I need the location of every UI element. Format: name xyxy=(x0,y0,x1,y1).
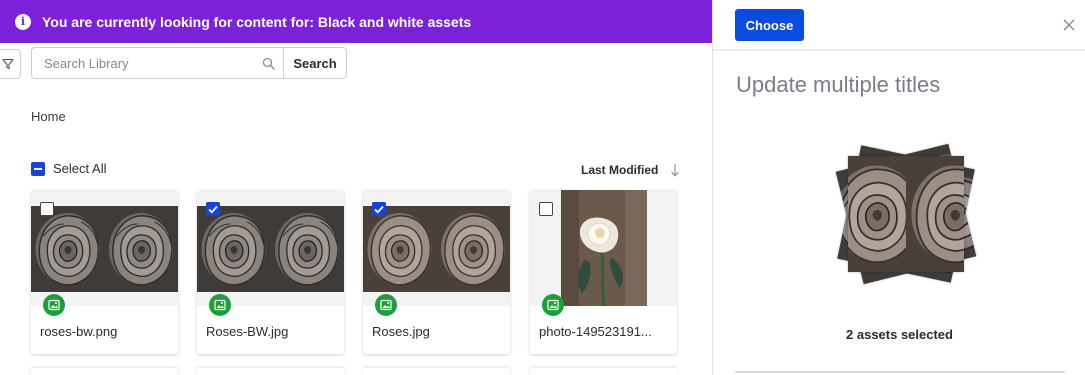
choose-button[interactable]: Choose xyxy=(735,9,804,41)
selected-assets-stack xyxy=(831,140,981,285)
panel-title: Update multiple titles xyxy=(736,72,941,97)
image-icon xyxy=(43,294,65,316)
asset-card[interactable]: photo-149523191... xyxy=(530,190,677,354)
panel-divider xyxy=(713,49,1085,51)
selected-count: 2 assets selected xyxy=(846,327,953,342)
search-icon[interactable] xyxy=(253,57,283,70)
asset-library: i You are currently looking for content … xyxy=(0,0,712,375)
breadcrumb-home[interactable]: Home xyxy=(31,109,66,124)
asset-card[interactable]: Roses-BW.jpg xyxy=(197,190,344,354)
breadcrumb[interactable]: Home xyxy=(31,109,66,124)
check-icon xyxy=(374,205,384,213)
asset-card[interactable]: Roses.jpg xyxy=(363,190,510,354)
sort-control[interactable]: Last Modified xyxy=(581,163,680,177)
arrow-down-icon[interactable] xyxy=(670,163,680,177)
asset-card-partial[interactable] xyxy=(197,368,344,375)
asset-checkbox[interactable] xyxy=(372,202,386,216)
check-icon xyxy=(208,205,218,213)
close-icon[interactable] xyxy=(1061,17,1077,33)
asset-card-partial[interactable] xyxy=(31,368,178,375)
asset-name[interactable]: Roses-BW.jpg xyxy=(206,324,288,339)
asset-name[interactable]: Roses.jpg xyxy=(372,324,430,339)
search-button[interactable]: Search xyxy=(283,47,347,79)
search-input[interactable] xyxy=(32,48,253,78)
asset-card[interactable]: roses-bw.png xyxy=(31,190,178,354)
stacked-thumbnail xyxy=(848,156,964,272)
asset-card-partial[interactable] xyxy=(530,368,677,375)
info-icon: i xyxy=(15,13,31,30)
asset-checkbox[interactable] xyxy=(539,202,553,216)
image-icon xyxy=(209,294,231,316)
context-banner: i You are currently looking for content … xyxy=(0,0,712,43)
panel-bottom-divider xyxy=(735,371,1065,373)
asset-name[interactable]: roses-bw.png xyxy=(40,324,117,339)
image-icon xyxy=(375,294,397,316)
asset-name[interactable]: photo-149523191... xyxy=(539,324,652,339)
search-field xyxy=(31,47,284,79)
bulk-edit-panel: Choose Update multiple titles 2 assets s… xyxy=(712,0,1085,375)
asset-card-partial[interactable] xyxy=(363,368,510,375)
select-all[interactable]: Select All xyxy=(31,161,106,176)
filter-button[interactable] xyxy=(0,49,21,79)
sort-label[interactable]: Last Modified xyxy=(581,163,658,177)
select-all-label: Select All xyxy=(53,161,107,176)
filter-icon xyxy=(1,58,14,70)
banner-text: You are currently looking for content fo… xyxy=(42,13,472,30)
asset-checkbox[interactable] xyxy=(206,202,220,216)
asset-checkbox[interactable] xyxy=(40,202,54,216)
image-icon xyxy=(542,294,564,316)
select-all-checkbox[interactable] xyxy=(31,161,45,176)
